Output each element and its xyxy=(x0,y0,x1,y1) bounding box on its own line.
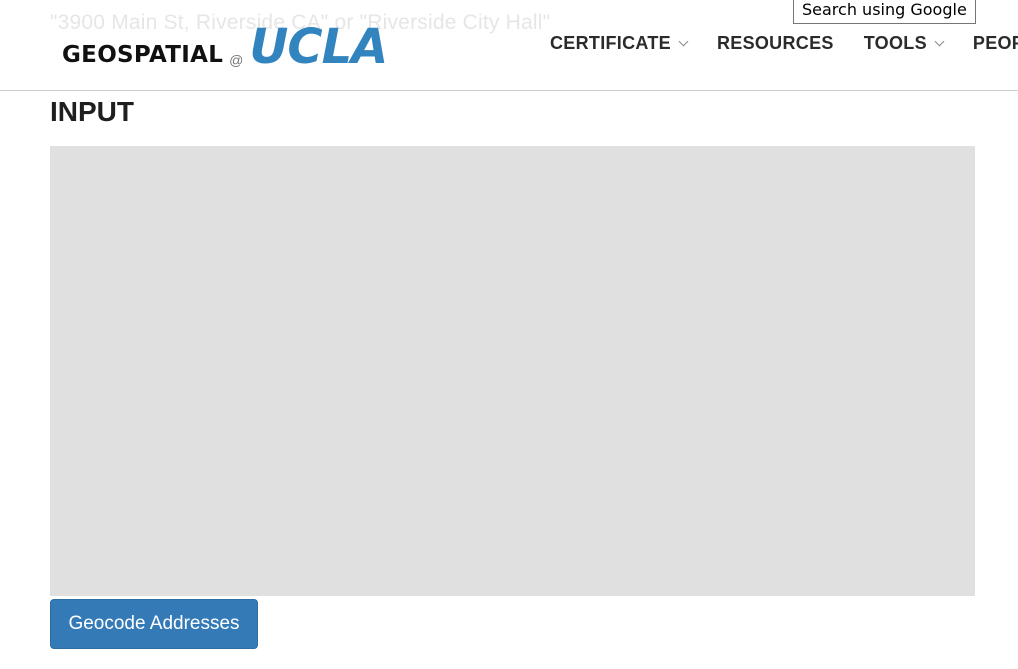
nav-item-label: CERTIFICATE xyxy=(550,33,671,53)
nav-item-resources[interactable]: RESOURCES xyxy=(717,33,834,54)
logo-geospatial-text: GEOSPATIAL xyxy=(62,42,224,68)
nav-item-label: PEOPLE xyxy=(972,33,1018,53)
site-header: GEOSPATIAL @ UCLA Search using Google CE… xyxy=(0,0,1018,91)
nav-item-people[interactable]: PEOPLE xyxy=(973,33,1018,54)
section-title-input: INPUT xyxy=(50,96,134,127)
nav-item-certificate[interactable]: CERTIFICATE xyxy=(550,33,689,54)
chevron-down-icon xyxy=(678,36,689,46)
chevron-down-icon xyxy=(934,36,945,46)
site-logo[interactable]: GEOSPATIAL @ UCLA xyxy=(62,19,388,75)
logo-at-text: @ xyxy=(229,52,244,68)
nav-item-tools[interactable]: TOOLS xyxy=(863,33,945,54)
nav-item-label: TOOLS xyxy=(863,33,927,53)
main-nav: CERTIFICATE RESOURCES TOOLS PEOPLE xyxy=(550,33,1018,54)
search-tooltip: Search using Google xyxy=(793,0,976,24)
logo-ucla-text: UCLA xyxy=(249,19,388,75)
nav-item-label: RESOURCES xyxy=(716,33,834,53)
address-input-textarea[interactable] xyxy=(50,146,975,596)
geocode-addresses-button[interactable]: Geocode Addresses xyxy=(50,599,258,649)
